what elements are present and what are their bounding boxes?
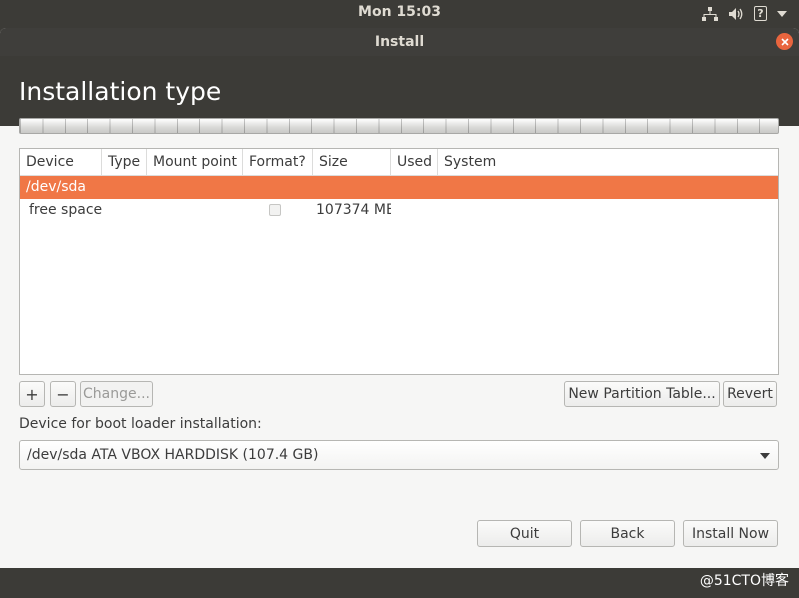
- row-used: [391, 199, 438, 222]
- close-icon: [780, 37, 789, 46]
- partition-bar: [19, 118, 779, 134]
- new-partition-table-button[interactable]: New Partition Table...: [564, 381, 720, 407]
- row-format: [243, 199, 313, 222]
- column-header-type[interactable]: Type: [102, 149, 147, 175]
- column-header-device[interactable]: Device: [20, 149, 102, 175]
- bottom-bar: [0, 568, 799, 598]
- change-partition-button[interactable]: Change...: [80, 381, 153, 407]
- add-partition-button[interactable]: +: [19, 381, 45, 407]
- column-header-size[interactable]: Size: [313, 149, 391, 175]
- row-device: /dev/sda: [26, 179, 86, 195]
- table-row[interactable]: /dev/sda: [20, 176, 778, 199]
- table-header: Device Type Mount point Format? Size Use…: [20, 149, 778, 176]
- close-button[interactable]: [776, 33, 793, 50]
- window-titlebar[interactable]: Install: [0, 28, 799, 56]
- column-header-format[interactable]: Format?: [243, 149, 313, 175]
- partition-bar-ticks: [20, 119, 778, 133]
- table-row[interactable]: free space 107374 MB: [20, 199, 778, 222]
- bootloader-label: Device for boot loader installation:: [19, 416, 262, 432]
- row-size: 107374 MB: [316, 202, 391, 218]
- revert-button[interactable]: Revert: [723, 381, 777, 407]
- quit-button[interactable]: Quit: [477, 520, 572, 547]
- watermark: @51CTO博客: [699, 573, 789, 589]
- help-icon[interactable]: ?: [754, 6, 767, 21]
- top-panel: Mon 15:03 ?: [0, 0, 799, 27]
- window-title: Install: [374, 34, 425, 50]
- system-tray[interactable]: ?: [702, 5, 787, 22]
- column-header-used[interactable]: Used: [391, 149, 438, 175]
- page-title: Installation type: [19, 77, 222, 106]
- page-header: Installation type: [0, 56, 799, 126]
- row-system: [438, 199, 778, 222]
- back-button[interactable]: Back: [580, 520, 675, 547]
- partition-table[interactable]: Device Type Mount point Format? Size Use…: [19, 148, 779, 375]
- column-header-mount-point[interactable]: Mount point: [147, 149, 243, 175]
- dropdown-arrow-icon: [760, 453, 770, 459]
- bootloader-device-select[interactable]: /dev/sda ATA VBOX HARDDISK (107.4 GB): [19, 440, 779, 470]
- column-header-system[interactable]: System: [438, 149, 778, 175]
- format-checkbox[interactable]: [269, 204, 281, 216]
- menu-arrow-icon[interactable]: [777, 5, 787, 22]
- row-device: free space: [29, 202, 102, 218]
- row-type: [102, 199, 147, 222]
- install-now-button[interactable]: Install Now: [683, 520, 778, 547]
- bootloader-selected-value: /dev/sda ATA VBOX HARDDISK (107.4 GB): [27, 447, 319, 463]
- row-mount-point: [147, 199, 243, 222]
- clock[interactable]: Mon 15:03: [0, 4, 799, 20]
- remove-partition-button[interactable]: −: [50, 381, 76, 407]
- network-icon[interactable]: [702, 5, 718, 22]
- volume-icon[interactable]: [728, 5, 744, 22]
